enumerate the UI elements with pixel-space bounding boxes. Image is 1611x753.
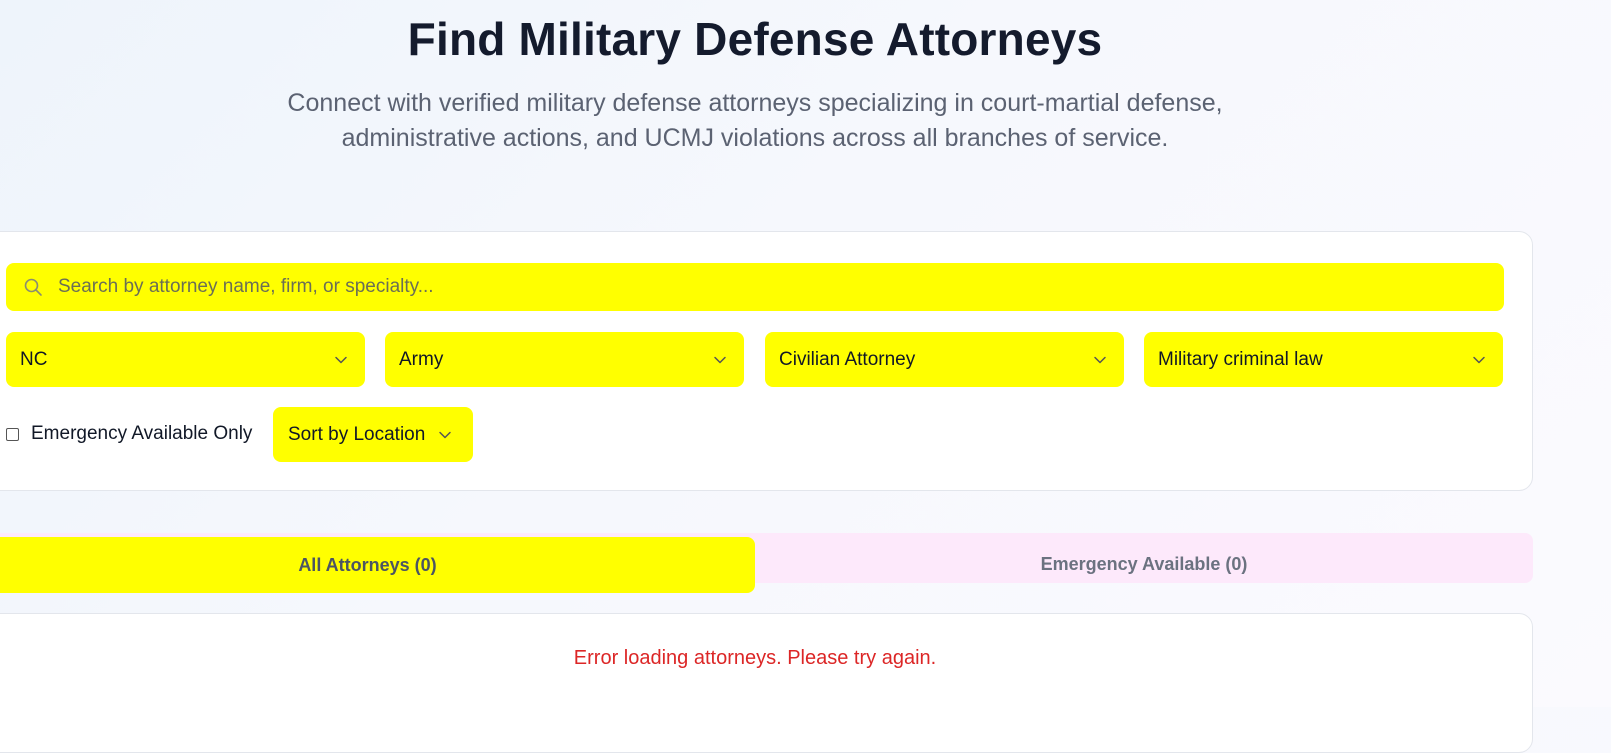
- emergency-checkbox[interactable]: [6, 427, 19, 441]
- search-icon: [22, 276, 44, 298]
- chevron-down-icon: [1092, 352, 1108, 368]
- branch-select[interactable]: Army: [385, 332, 744, 387]
- results-card: [0, 613, 1533, 753]
- tab-emergency-available[interactable]: Emergency Available (0): [755, 533, 1533, 595]
- page-subtitle: Connect with verified military defense a…: [287, 89, 1223, 152]
- chevron-down-icon: [437, 427, 453, 443]
- state-select[interactable]: NC: [6, 332, 365, 387]
- page-title: Find Military Defense Attorneys: [407, 13, 1103, 65]
- branch-select-value: Army: [399, 348, 444, 370]
- state-select-value: NC: [20, 348, 48, 370]
- attorney-type-select-value: Civilian Attorney: [779, 348, 916, 370]
- chevron-down-icon: [333, 352, 349, 368]
- emergency-checkbox-label: Emergency Available Only: [31, 423, 253, 444]
- tab-all-attorneys[interactable]: All Attorneys (0): [0, 537, 755, 593]
- chevron-down-icon: [712, 352, 728, 368]
- attorney-type-select[interactable]: Civilian Attorney: [765, 332, 1124, 387]
- emergency-filter[interactable]: Emergency Available Only: [6, 421, 252, 447]
- error-message: Error loading attorneys. Please try agai…: [573, 647, 937, 669]
- sort-select[interactable]: Sort by Location: [273, 407, 473, 462]
- chevron-down-icon: [1471, 352, 1487, 368]
- practice-area-select[interactable]: Military criminal law: [1144, 332, 1503, 387]
- practice-area-select-value: Military criminal law: [1158, 348, 1323, 370]
- search-input[interactable]: [56, 262, 1504, 312]
- sort-select-value: Sort by Location: [288, 423, 426, 445]
- search-box[interactable]: [6, 262, 1504, 312]
